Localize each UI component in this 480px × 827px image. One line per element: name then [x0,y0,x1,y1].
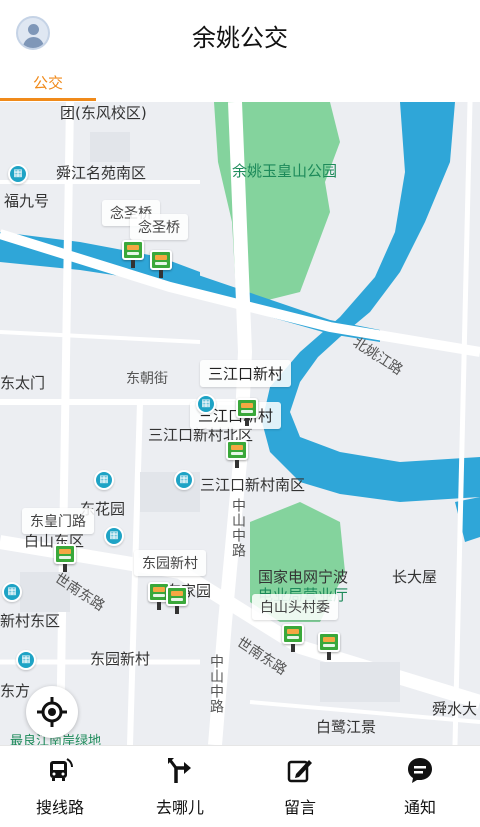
nav-message[interactable]: 留言 [240,746,360,827]
poi-building-icon: ▦ [94,470,114,490]
map-label: 福九号 [4,192,50,210]
route-turn-icon [168,758,191,783]
nav-search-lines[interactable]: 搜线路 [0,746,120,827]
map-label-road: 中山中路 [230,498,246,558]
app-header: 余姚公交 [0,0,480,68]
nav-where-to[interactable]: 去哪儿 [120,746,240,827]
map-label: 东太门 [0,374,46,392]
map-label: 新村东区 [0,612,61,630]
stop-name-bubble[interactable]: 三江口新村 [200,360,292,387]
nav-notice[interactable]: 通知 [360,746,480,827]
poi-building-icon: ▦ [8,164,28,184]
poi-building-icon: ▦ [174,470,194,490]
poi-building-icon: ▦ [196,394,216,414]
bus-stop-icon[interactable] [122,240,144,268]
map-label: 东方 [0,682,31,700]
nav-label: 去哪儿 [155,798,204,817]
stop-name-bubble[interactable]: 东皇门路 [22,508,94,534]
locate-button[interactable] [26,686,78,738]
bus-stop-icon[interactable] [54,544,76,572]
nav-label: 通知 [403,798,436,817]
nav-label: 搜线路 [35,798,84,817]
page-title: 余姚公交 [192,24,288,52]
map-label: 舜江名苑南区 [56,164,147,182]
map-view[interactable]: 团(东风校区) 舜江名苑南区 福九号 余姚玉皇山公园 北姚江路 东太门 东朝街 … [0,102,480,745]
bus-stop-icon[interactable] [282,624,304,652]
map-label-park: 余姚玉皇山公园 [232,162,338,180]
map-label: 东园新村 [90,650,151,668]
map-label-road: 东朝街 [126,371,168,387]
bus-stop-icon[interactable] [236,398,258,426]
bottom-nav: 搜线路 去哪儿 留言 通知 [0,745,480,827]
tab-active-indicator [0,98,96,101]
edit-note-icon [287,760,312,783]
map-label: 团(东风校区) [60,104,147,122]
poi-building-icon: ▦ [2,582,22,602]
poi-building-icon: ▦ [16,650,36,670]
locate-crosshair-icon [37,697,67,727]
map-label: 白鹭江景 [316,718,377,736]
stop-name-bubble[interactable]: 东园新村 [134,550,206,576]
bus-stop-icon[interactable] [226,440,248,468]
map-label: 长大屋 [392,568,438,586]
bus-stop-icon[interactable] [166,586,188,614]
nav-label: 留言 [283,798,316,817]
poi-building-icon: ▦ [104,526,124,546]
tab-bar: 公交 [0,68,480,102]
bus-search-icon [50,758,73,781]
stop-name-bubble[interactable]: 念圣桥 [130,214,188,240]
map-label: 舜水大 [432,700,478,718]
stop-name-bubble[interactable]: 白山头村委 [252,594,338,620]
chat-notice-icon [408,758,432,783]
map-label: 三江口新村南区 [200,476,306,494]
bus-stop-icon[interactable] [150,250,172,278]
bus-stop-icon[interactable] [318,632,340,660]
map-label-road: 中山中路 [208,654,224,714]
